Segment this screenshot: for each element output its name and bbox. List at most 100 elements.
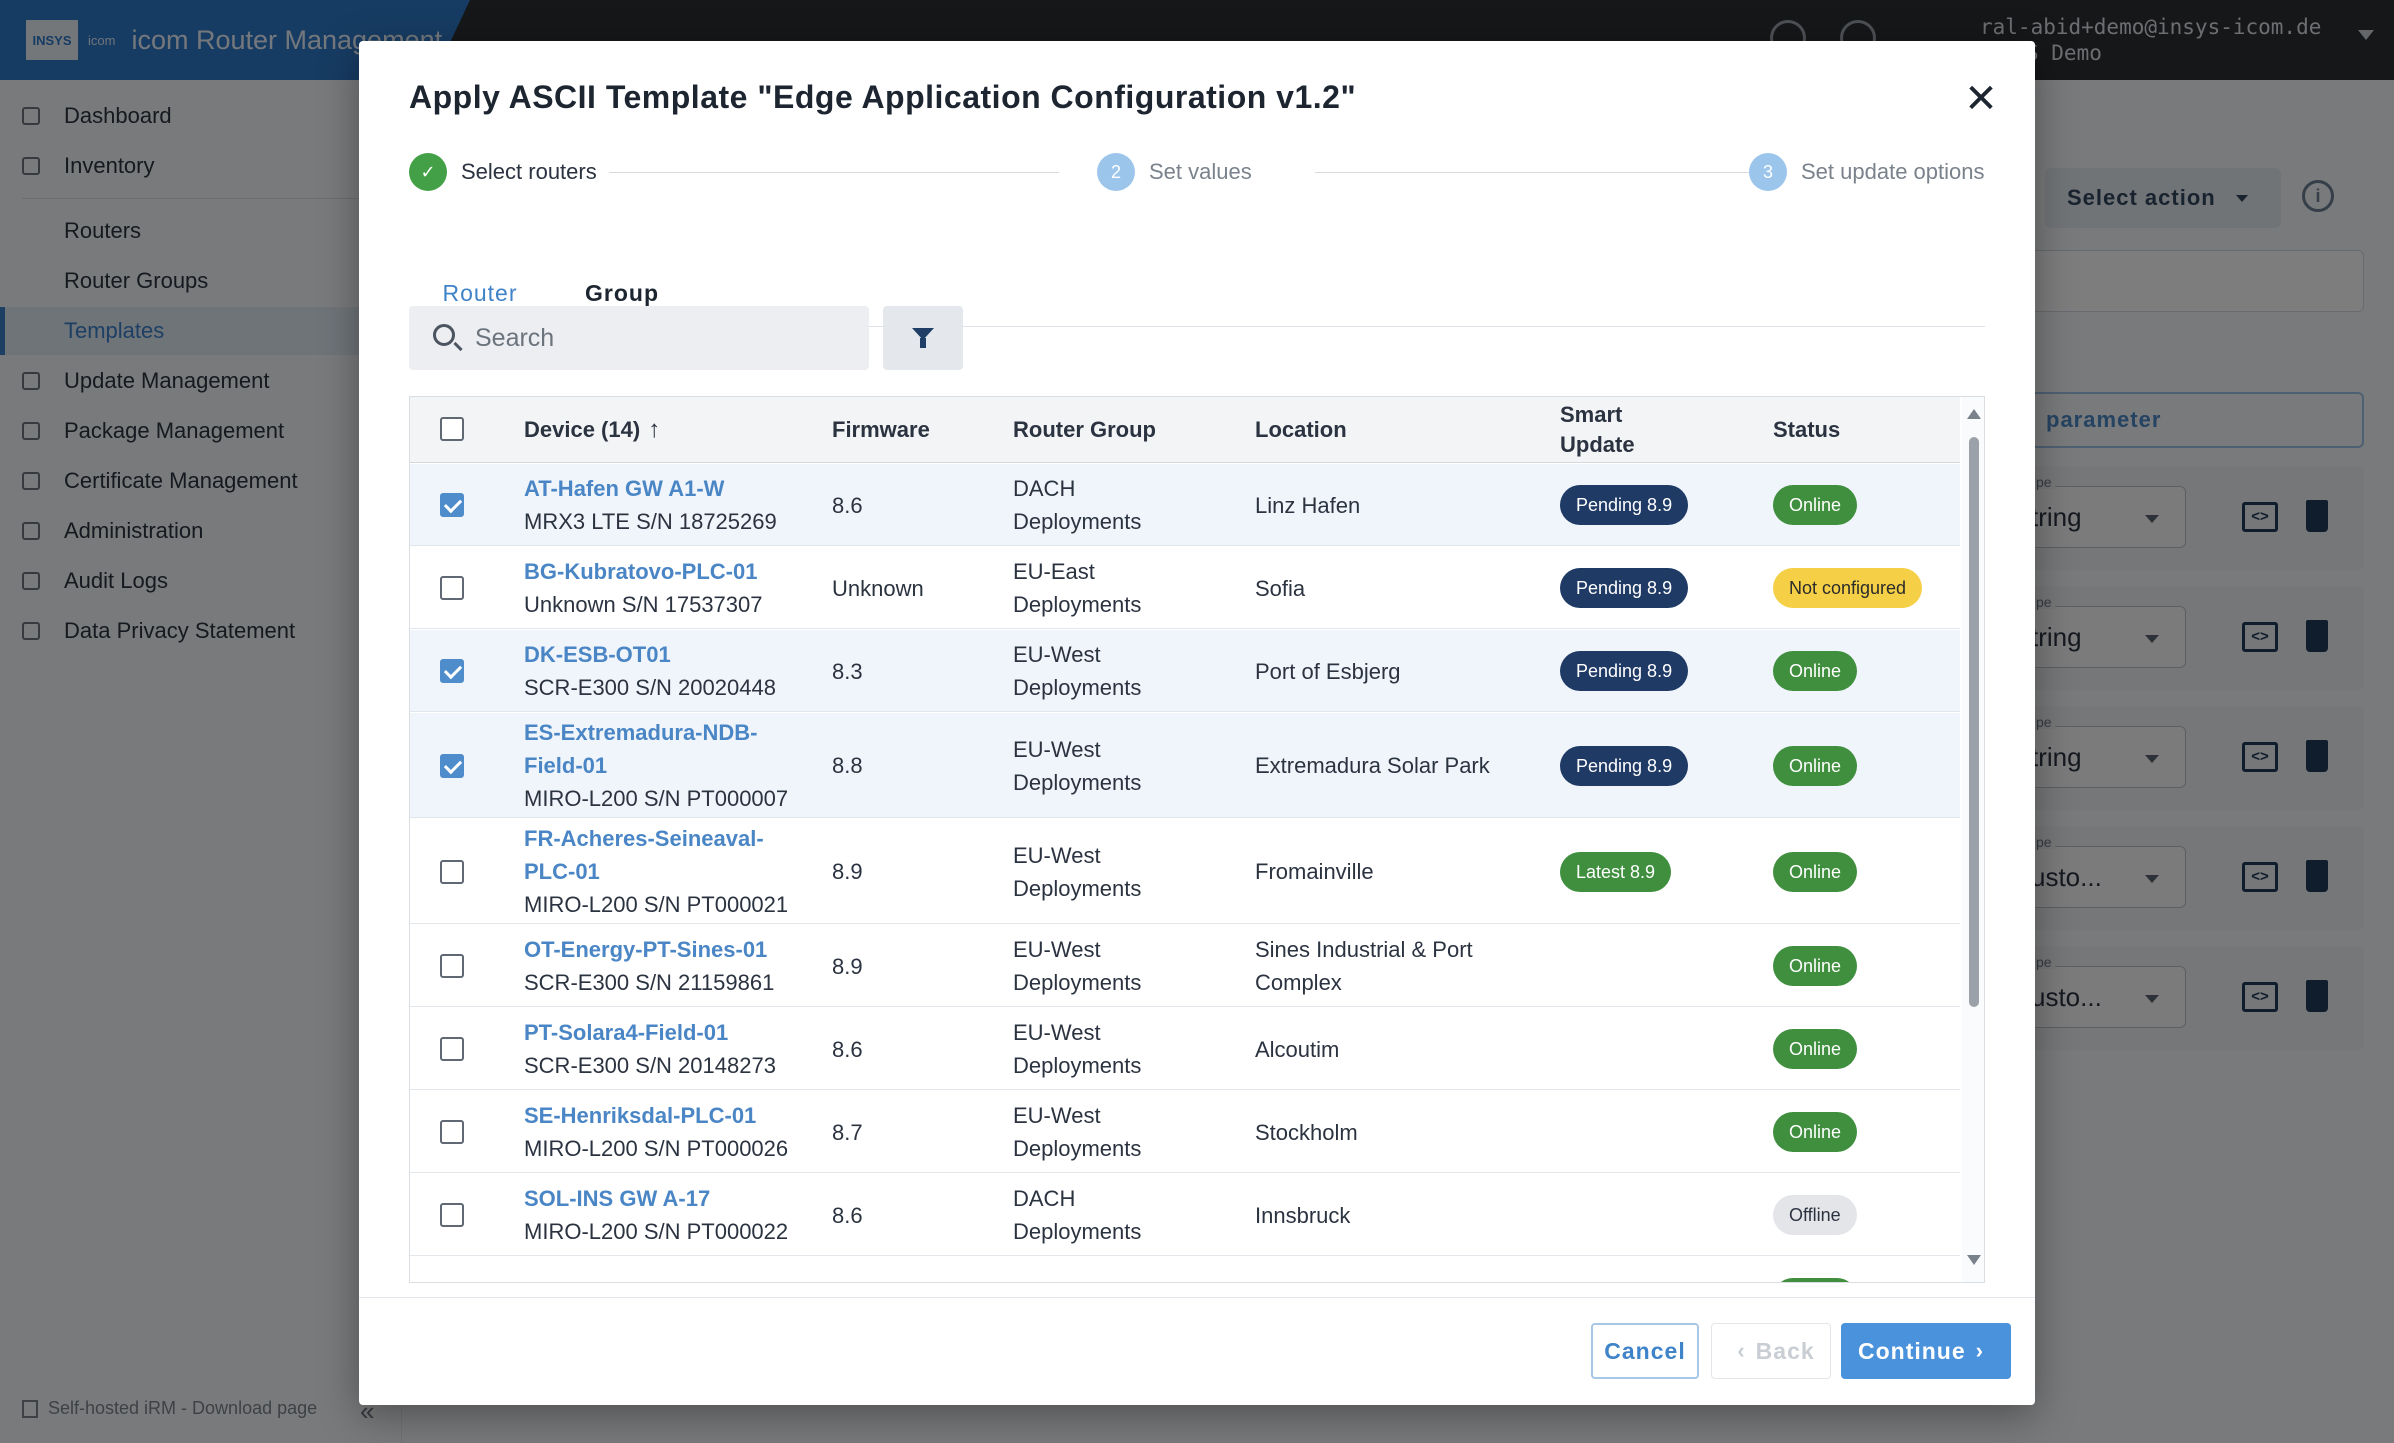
continue-label: Continue	[1858, 1337, 1966, 1364]
row-checkbox[interactable]	[440, 753, 464, 778]
step-number: 3	[1749, 153, 1787, 191]
table-row[interactable]: SOL-INS GW A-17 MIRO-L200 S/N PT000022 8.6…	[410, 1174, 1960, 1256]
status-cell: Online	[1773, 819, 1858, 924]
location-cell: Ernsthof Solar Park	[1255, 1257, 1515, 1282]
chevron-right-icon: ›	[1975, 1338, 1984, 1363]
device-model: SCR-E300 S/N 20148273	[524, 1053, 776, 1078]
device-link[interactable]: FR-Acheres-Seineaval-PLC-01	[524, 822, 804, 888]
scroll-down-icon[interactable]	[1967, 1255, 1981, 1265]
device-link[interactable]: OT-Energy-PT-Sines-01	[524, 933, 804, 966]
step-label: Set values	[1149, 159, 1252, 184]
device-model: MIRO-L200 S/N PT000007	[524, 786, 789, 811]
router-group-cell: EU-West Deployments	[1013, 1020, 1142, 1078]
dialog-title: Apply ASCII Template "Edge Application C…	[409, 79, 1357, 115]
table-row[interactable]: SE-Henriksdal-PLC-01 MIRO-L200 S/N PT0000…	[410, 1091, 1960, 1173]
status-badge: Online	[1773, 485, 1858, 525]
device-model: SCR-E300 S/N 21159861	[524, 970, 775, 995]
scroll-thumb[interactable]	[1969, 437, 1979, 1007]
table-row[interactable]: OT-Energy-PT-Sines-01 SCR-E300 S/N 211598…	[410, 925, 1960, 1007]
table-row[interactable]: ES-Extremadura-NDB-Field-01 MIRO-L200 S/N…	[410, 713, 1960, 818]
row-checkbox[interactable]	[440, 1203, 464, 1227]
router-group-cell: EU-West Deployments	[1013, 842, 1142, 901]
search-input[interactable]	[475, 306, 855, 370]
status-cell: Online	[1773, 925, 1858, 1007]
device-link[interactable]: SOL-INS GW A-17	[524, 1182, 804, 1215]
device-link[interactable]: AT-Hafen GW A1-W	[524, 472, 804, 505]
device-cell: SP-E MIRO 001	[524, 1257, 804, 1283]
column-location[interactable]: Location	[1255, 397, 1347, 463]
device-cell: DK-ESB-OT01 SCR-E300 S/N 20020448	[524, 630, 804, 712]
sort-ascending-icon[interactable]: ↑	[648, 415, 660, 445]
firmware-cell: 8.9	[832, 953, 863, 979]
divider	[359, 1297, 2035, 1298]
smart-update-badge: Pending 8.9	[1560, 568, 1689, 608]
back-button[interactable]: ‹ Back	[1711, 1323, 1831, 1379]
row-checkbox[interactable]	[440, 493, 464, 517]
step-set-update-options: 3 Set update options	[1749, 153, 1984, 191]
status-badge: Online	[1773, 1278, 1858, 1282]
column-status[interactable]: Status	[1773, 397, 1840, 463]
select-all-checkbox[interactable]	[440, 417, 464, 441]
firmware-cell: 8.6	[832, 1202, 863, 1228]
device-link[interactable]: SP-E MIRO 001	[524, 1282, 804, 1283]
column-label: Device (14)	[524, 417, 641, 442]
table-row[interactable]: AT-Hafen GW A1-W MRX3 LTE S/N 18725269 8.6…	[410, 464, 1960, 546]
status-cell: Online	[1773, 630, 1858, 712]
device-link[interactable]: DK-ESB-OT01	[524, 638, 804, 671]
row-checkbox[interactable]	[440, 1120, 464, 1144]
column-device[interactable]: Device (14) ↑	[524, 397, 660, 463]
device-model: MIRO-L200 S/N PT000026	[524, 1136, 789, 1161]
status-cell: Online	[1773, 1257, 1858, 1282]
row-checkbox[interactable]	[440, 659, 464, 683]
search-field[interactable]	[409, 306, 869, 370]
row-checkbox[interactable]	[440, 1037, 464, 1061]
filter-button[interactable]	[883, 306, 963, 370]
step-set-values: 2 Set values	[1097, 153, 1252, 191]
firmware-cell: Unknown	[832, 575, 924, 601]
close-icon[interactable]: ✕	[1959, 77, 2003, 121]
router-group-cell: EU-West Deployments	[1013, 642, 1142, 700]
table-scrollbar[interactable]	[1962, 397, 1984, 1282]
smart-update-badge: Latest 8.9	[1560, 851, 1672, 892]
device-link[interactable]: SE-Henriksdal-PLC-01	[524, 1099, 804, 1132]
table-row[interactable]: BG-Kubratovo-PLC-01 Unknown S/N 17537307 U…	[410, 547, 1960, 629]
router-group-cell: EU-West Deployments	[1013, 736, 1142, 795]
device-cell: PT-Solara4-Field-01 SCR-E300 S/N 20148273	[524, 1008, 804, 1090]
table-row[interactable]: DK-ESB-OT01 SCR-E300 S/N 20020448 8.3 EU-We…	[410, 630, 1960, 712]
cancel-button[interactable]: Cancel	[1591, 1323, 1699, 1379]
step-connector	[1315, 172, 1781, 173]
row-checkbox[interactable]	[440, 576, 464, 600]
smart-update-cell: Pending 8.9	[1560, 464, 1689, 546]
firmware-cell: 8.7	[832, 1119, 863, 1145]
column-router-group[interactable]: Router Group	[1013, 397, 1156, 463]
table-row[interactable]: FR-Acheres-Seineaval-PLC-01 MIRO-L200 S/N…	[410, 819, 1960, 924]
device-cell: SOL-INS GW A-17 MIRO-L200 S/N PT000022	[524, 1174, 804, 1256]
scroll-up-icon[interactable]	[1967, 409, 1981, 419]
device-link[interactable]: ES-Extremadura-NDB-Field-01	[524, 716, 804, 782]
smart-update-cell: Pending 8.9	[1560, 547, 1689, 629]
search-icon	[433, 324, 455, 346]
column-firmware[interactable]: Firmware	[832, 397, 930, 463]
device-model: Unknown S/N 17537307	[524, 592, 763, 617]
row-checkbox[interactable]	[440, 954, 464, 978]
status-badge: Online	[1773, 1112, 1858, 1152]
row-checkbox[interactable]	[440, 859, 464, 884]
firmware-cell: 8.3	[832, 658, 863, 684]
device-link[interactable]: BG-Kubratovo-PLC-01	[524, 555, 804, 588]
location-cell: Extremadura Solar Park	[1255, 753, 1490, 778]
smart-update-badge: Pending 8.9	[1560, 651, 1689, 691]
device-model: SCR-E300 S/N 20020448	[524, 675, 776, 700]
column-smart-update[interactable]: Smart Update	[1560, 397, 1660, 463]
router-group-cell: DACH Deployments	[1013, 1186, 1142, 1244]
table-row[interactable]: PT-Solara4-Field-01 SCR-E300 S/N 20148273…	[410, 1008, 1960, 1090]
router-table: Device (14) ↑ Firmware Router Group Loca…	[409, 396, 1985, 1283]
router-group-cell: EU-East Deployments	[1013, 559, 1142, 617]
device-link[interactable]: PT-Solara4-Field-01	[524, 1016, 804, 1049]
status-cell: Online	[1773, 1008, 1858, 1090]
location-cell: Sofia	[1255, 575, 1306, 601]
device-model: MIRO-L200 S/N PT000022	[524, 1219, 789, 1244]
continue-button[interactable]: Continue ›	[1841, 1323, 2011, 1379]
smart-update-cell: Latest 8.9	[1560, 819, 1672, 924]
smart-update-badge: Pending 8.9	[1560, 745, 1689, 786]
table-row[interactable]: SP-E MIRO 001 8.6 DACH Ernsthof Solar Park O…	[410, 1257, 1960, 1283]
